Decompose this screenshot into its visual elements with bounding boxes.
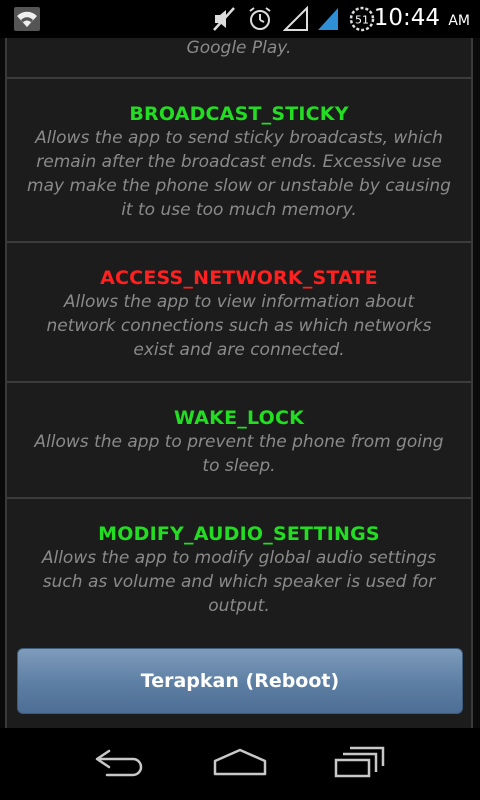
- home-button[interactable]: [205, 742, 275, 786]
- permission-name: BROADCAST_STICKY: [129, 103, 349, 125]
- list-item[interactable]: MODIFY_AUDIO_SETTINGS Allows the app to …: [7, 522, 471, 618]
- apply-reboot-button[interactable]: Terapkan (Reboot): [17, 648, 463, 714]
- back-icon: [93, 747, 147, 781]
- permission-name: WAKE_LOCK: [173, 407, 305, 429]
- home-icon: [212, 747, 268, 781]
- divider: [7, 77, 471, 79]
- permission-description: Allows the app to send sticky broadcasts…: [27, 128, 451, 220]
- list-item[interactable]: BROADCAST_STICKY Allows the app to send …: [7, 102, 471, 222]
- permission-description: Allows the app to modify global audio se…: [41, 548, 437, 616]
- permission-description: Google Play.: [186, 38, 292, 58]
- signal-icon: [316, 6, 340, 32]
- clock-time: 10:44: [373, 5, 440, 31]
- back-button[interactable]: [85, 742, 155, 786]
- mute-icon: [212, 6, 236, 32]
- battery-icon: 51: [348, 6, 376, 32]
- divider: [7, 381, 471, 383]
- recent-apps-icon: [334, 745, 386, 783]
- divider: [7, 497, 471, 499]
- signal-empty-icon: [283, 6, 309, 32]
- list-item[interactable]: WAKE_LOCK Allows the app to prevent the …: [7, 406, 471, 478]
- recent-apps-button[interactable]: [325, 742, 395, 786]
- alarm-icon: [247, 6, 273, 32]
- navigation-bar: [0, 728, 480, 800]
- svg-text:51: 51: [355, 14, 369, 27]
- divider: [7, 241, 471, 243]
- list-item: Google Play.: [7, 38, 471, 60]
- permission-description: Allows the app to view information about…: [46, 292, 432, 360]
- permission-name: ACCESS_NETWORK_STATE: [100, 267, 378, 289]
- wifi-icon: [14, 6, 40, 32]
- permission-name: MODIFY_AUDIO_SETTINGS: [98, 523, 380, 545]
- permissions-dialog: Google Play. BROADCAST_STICKY Allows the…: [5, 38, 473, 728]
- status-bar: 51 10:44 AM: [0, 0, 480, 38]
- list-item[interactable]: ACCESS_NETWORK_STATE Allows the app to v…: [7, 266, 471, 362]
- permission-description: Allows the app to prevent the phone from…: [34, 432, 444, 476]
- clock-ampm: AM: [448, 13, 470, 29]
